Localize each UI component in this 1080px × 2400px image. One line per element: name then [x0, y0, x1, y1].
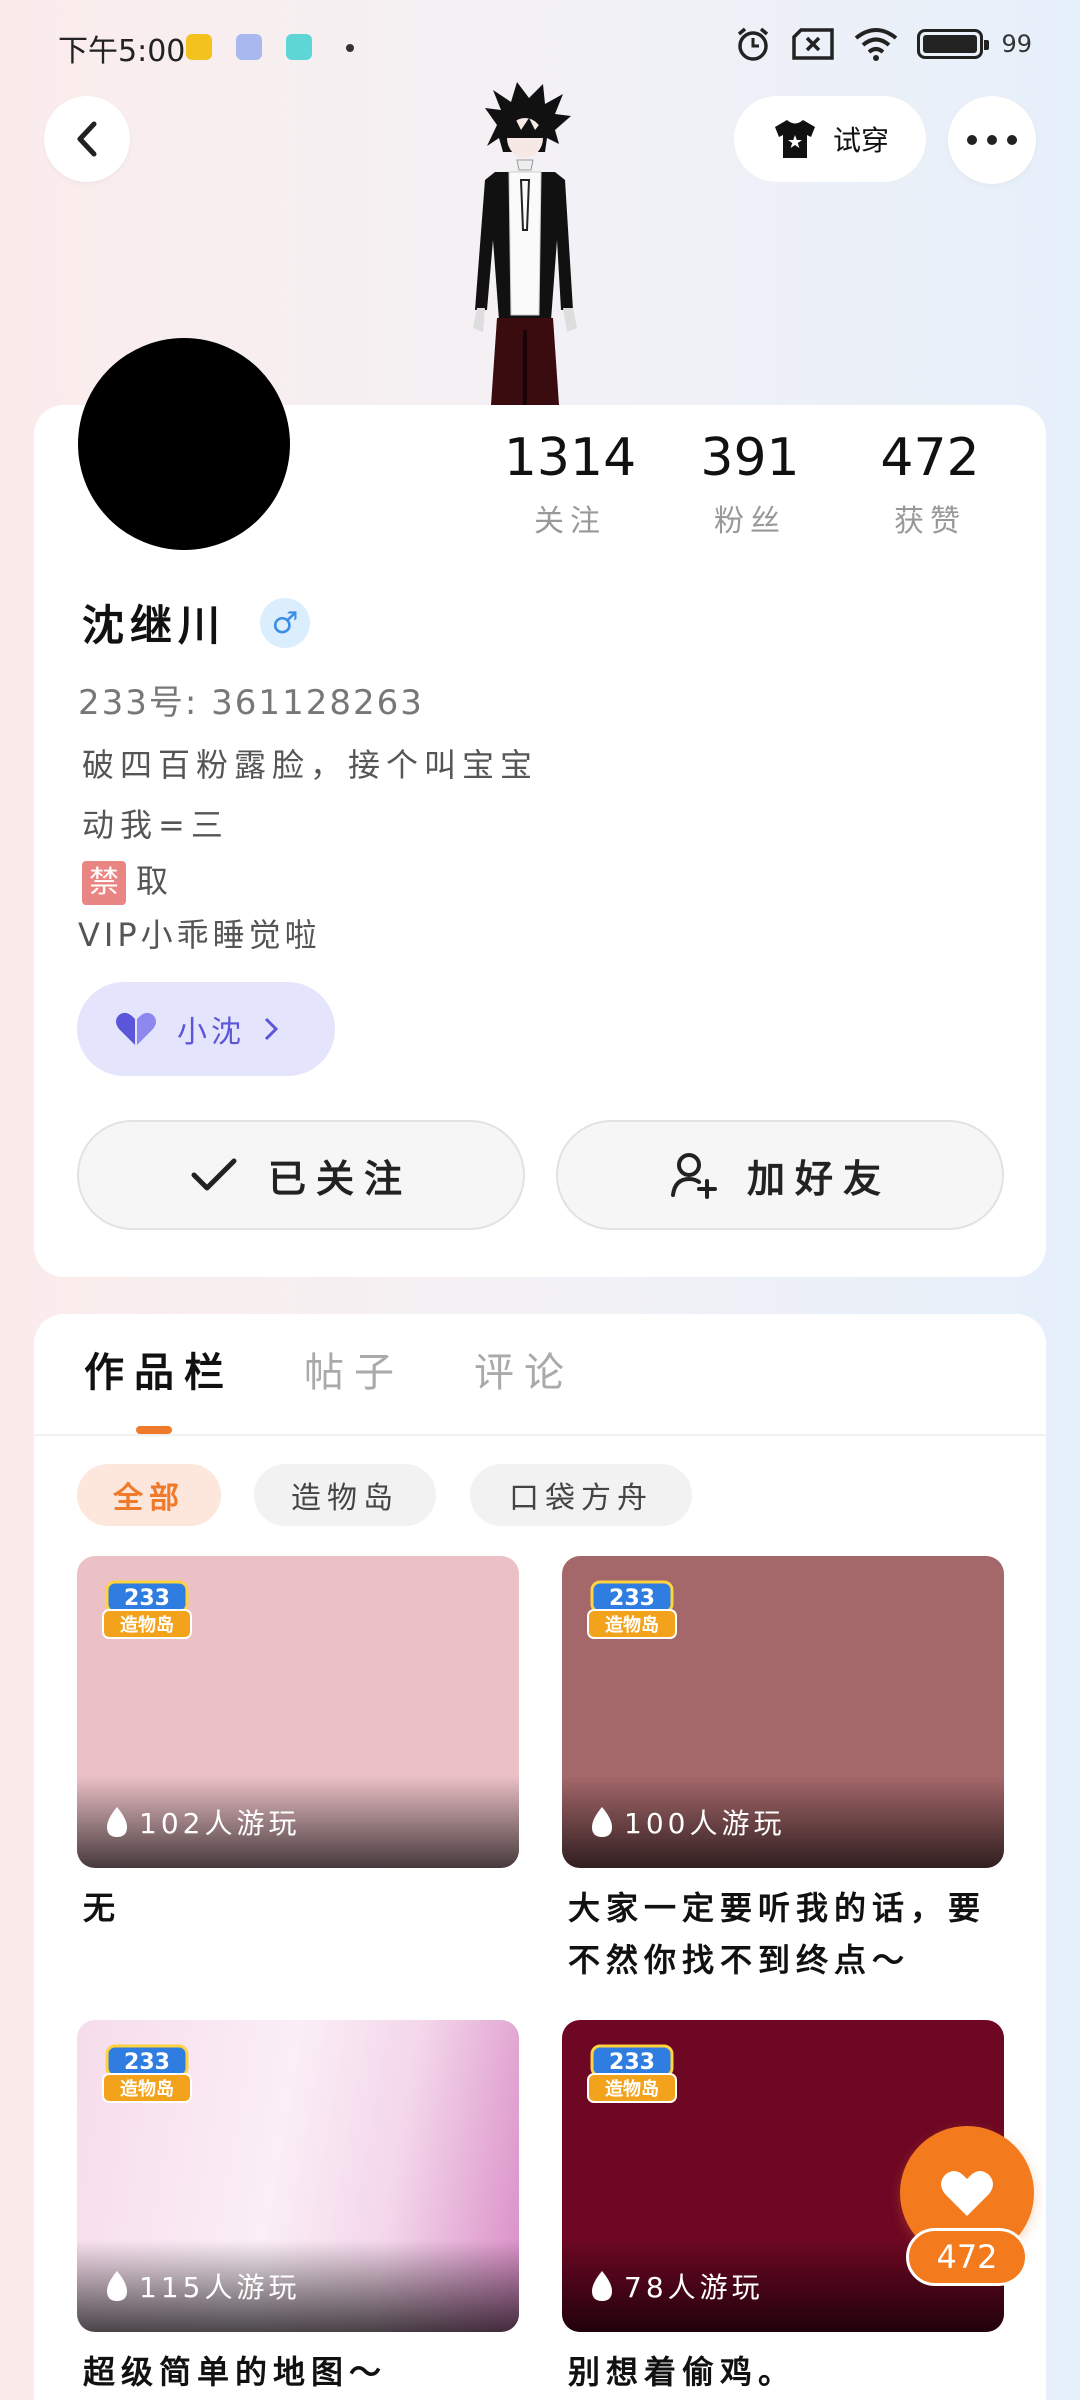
checkmark-icon [191, 1158, 237, 1191]
bio-line-text: 取 [136, 862, 175, 900]
status-bar: 下午5:00 99 [0, 0, 1080, 92]
likes-count: 472 [880, 428, 980, 488]
back-arrow-icon [77, 121, 97, 157]
likes-label: 获赞 [894, 504, 966, 539]
relationship-tag-label: 小沈 [177, 1015, 245, 1050]
svg-text:造物岛: 造物岛 [605, 2078, 659, 2100]
wifi-icon [855, 28, 898, 61]
tab-comments[interactable]: 评论 [474, 1340, 574, 1398]
alarm-icon [738, 27, 769, 61]
more-notifications-icon [346, 44, 354, 52]
svg-text:233: 233 [609, 2050, 655, 2075]
followers-label: 粉丝 [714, 504, 786, 539]
play-count: 115人游玩 [103, 2266, 300, 2306]
followed-button[interactable]: 已关注 [77, 1120, 525, 1230]
user-id-value: 361128263 [211, 683, 424, 723]
tab-works[interactable]: 作品栏 [84, 1340, 234, 1398]
play-count: 100人游玩 [588, 1802, 785, 1842]
svg-text:233: 233 [124, 2050, 170, 2075]
try-on-button[interactable]: 试穿 [734, 96, 926, 182]
work-thumbnail[interactable]: 233 造物岛 102人游玩 [77, 1556, 519, 1868]
zaowudao-badge-icon: 233 造物岛 [587, 1580, 677, 1639]
play-count-text: 78人游玩 [624, 2271, 764, 2304]
flame-icon [592, 2271, 612, 2301]
zaowudao-badge-icon: 233 造物岛 [102, 1580, 192, 1639]
followers-count: 391 [700, 428, 800, 488]
user-id[interactable]: 233号: 361128263 [78, 675, 424, 724]
try-on-label: 试穿 [832, 124, 889, 157]
work-thumbnail[interactable]: 233 造物岛 115人游玩 [77, 2020, 519, 2332]
work-title[interactable]: 无 [77, 1882, 519, 1934]
work-title[interactable]: 别想着偷鸡。 [562, 2346, 1004, 2398]
app-notification-icon [286, 34, 312, 60]
tab-posts[interactable]: 帖子 [304, 1340, 404, 1398]
heart-icon [941, 2171, 993, 2216]
followed-label: 已关注 [267, 1156, 412, 1201]
ban-badge: 禁 [82, 861, 126, 905]
tab-indicator [136, 1426, 172, 1434]
back-button[interactable] [44, 96, 130, 182]
user-id-label: 233号: [78, 683, 199, 723]
profile-name: 沈继川 [82, 601, 227, 650]
sim-off-icon [792, 28, 835, 60]
following-count: 1314 [503, 428, 637, 488]
play-count-text: 115人游玩 [139, 2271, 301, 2304]
following-label: 关注 [534, 504, 606, 539]
bio-line: 破四百粉露脸，接个叫宝宝 [82, 746, 539, 784]
chevron-right-icon [264, 1017, 279, 1041]
svg-text:造物岛: 造物岛 [120, 2078, 174, 2100]
zaowudao-badge-icon: 233 造物岛 [102, 2044, 192, 2103]
flame-icon [592, 1807, 612, 1837]
status-time: 下午5:00 [58, 34, 186, 69]
play-count: 102人游玩 [103, 1802, 300, 1842]
add-friend-label: 加好友 [746, 1156, 891, 1201]
heart-pair-icon [116, 1012, 156, 1045]
bio-line: 动我=三 [82, 806, 229, 844]
work-thumbnail[interactable]: 233 造物岛 100人游玩 [562, 1556, 1004, 1868]
avatar-character-image[interactable] [455, 80, 595, 405]
profile-tabs: 作品栏 帖子 评论 [84, 1340, 574, 1398]
bio-line: 禁取 [82, 856, 174, 905]
relationship-tag[interactable]: 小沈 [77, 982, 335, 1076]
svg-text:233: 233 [124, 1586, 170, 1611]
more-dots-icon [967, 135, 1017, 145]
zaowudao-badge-icon: 233 造物岛 [587, 2044, 677, 2103]
tab-divider [34, 1434, 1046, 1436]
svg-text:造物岛: 造物岛 [605, 1614, 659, 1636]
bio-line: VIP小乖睡觉啦 [78, 916, 321, 954]
work-card[interactable]: 233 造物岛 115人游玩 超级简单的地图～ [77, 2020, 519, 2398]
avatar[interactable] [78, 338, 290, 550]
svg-text:233: 233 [609, 1586, 655, 1611]
add-friend-button[interactable]: 加好友 [556, 1120, 1004, 1230]
flame-icon [107, 1807, 127, 1837]
play-count-text: 102人游玩 [139, 1807, 301, 1840]
profile-stats: 1314 关注 391 粉丝 472 获赞 [480, 428, 1020, 540]
battery-icon [917, 29, 990, 59]
play-count: 78人游玩 [588, 2266, 764, 2306]
app-notification-icon [236, 34, 262, 60]
filter-creation-island[interactable]: 造物岛 [254, 1464, 436, 1526]
more-button[interactable] [948, 96, 1036, 184]
work-card[interactable]: 233 造物岛 100人游玩 大家一定要听我的话，要不然你找不到终点～ [562, 1556, 1004, 1986]
battery-level: 99 [1001, 30, 1032, 58]
likes-stat[interactable]: 472 获赞 [840, 428, 1020, 540]
work-card[interactable]: 233 造物岛 102人游玩 无 [77, 1556, 519, 1934]
like-count: 472 [906, 2228, 1028, 2286]
work-title[interactable]: 大家一定要听我的话，要不然你找不到终点～ [562, 1882, 1004, 1986]
svg-text:造物岛: 造物岛 [120, 1614, 174, 1636]
work-title[interactable]: 超级简单的地图～ [77, 2346, 519, 2398]
filter-pocket-ark[interactable]: 口袋方舟 [470, 1464, 692, 1526]
flame-icon [107, 2271, 127, 2301]
male-gender-icon: ♂ [260, 598, 310, 648]
following-stat[interactable]: 1314 关注 [480, 428, 660, 540]
filter-all[interactable]: 全部 [77, 1464, 221, 1526]
add-user-icon [670, 1153, 717, 1199]
app-notification-icon [186, 34, 212, 60]
shirt-icon [774, 120, 815, 158]
play-count-text: 100人游玩 [624, 1807, 786, 1840]
followers-stat[interactable]: 391 粉丝 [660, 428, 840, 540]
